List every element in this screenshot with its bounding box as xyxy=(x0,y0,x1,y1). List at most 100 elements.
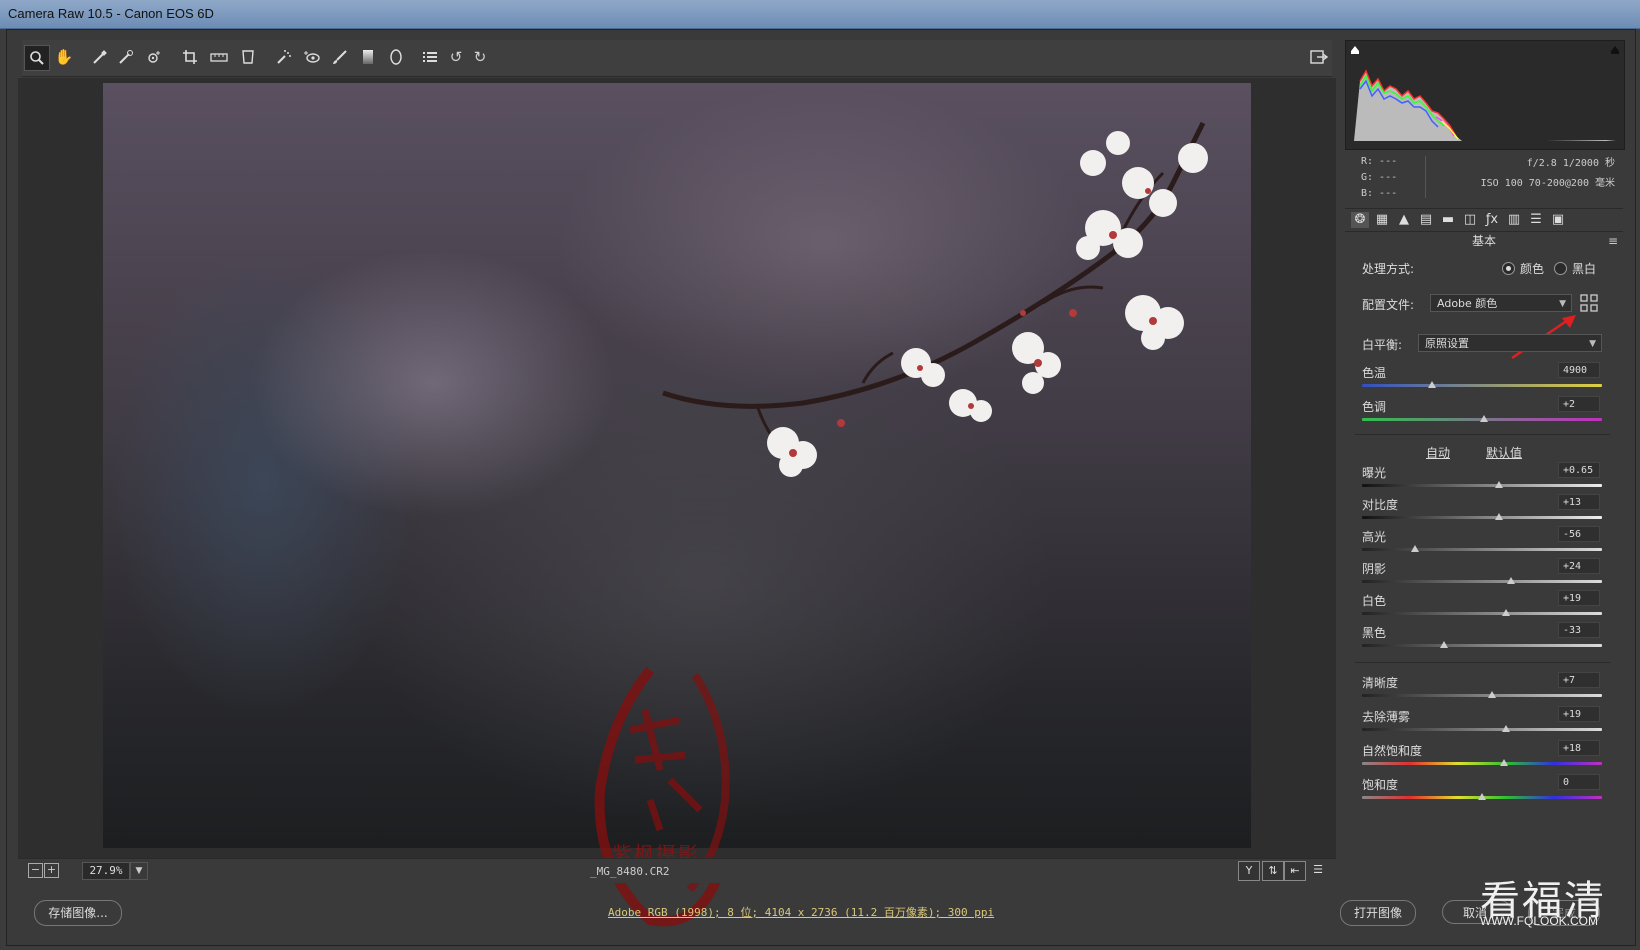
chevron-down-icon: ▼ xyxy=(1559,299,1566,309)
title-bar: Camera Raw 10.5 - Canon EOS 6D xyxy=(0,0,1640,29)
highlights-slider-track[interactable] xyxy=(1362,548,1602,551)
profile-select[interactable]: Adobe 颜色 ▼ xyxy=(1430,294,1572,312)
radial-filter-icon[interactable] xyxy=(384,45,408,69)
split-toning-tab-icon[interactable]: ▬ xyxy=(1439,212,1457,228)
blacks-slider-handle[interactable] xyxy=(1439,641,1448,648)
open-image-button[interactable]: 打开图像 xyxy=(1340,900,1416,926)
before-after-icon[interactable]: Y xyxy=(1238,861,1260,881)
shadows-label: 阴影 xyxy=(1362,562,1387,576)
save-image-button[interactable]: 存储图像... xyxy=(34,900,122,926)
rotate-ccw-icon[interactable]: ↺ xyxy=(444,45,468,69)
vibrance-slider-handle[interactable] xyxy=(1499,759,1508,766)
clarity-slider-handle[interactable] xyxy=(1487,691,1496,698)
zoom-in-button[interactable]: + xyxy=(44,863,59,878)
camera-calibration-tab-icon[interactable]: ▥ xyxy=(1505,212,1523,228)
temperature-slider-handle[interactable] xyxy=(1427,381,1436,388)
shadows-slider-track[interactable] xyxy=(1362,580,1602,583)
contrast-value[interactable]: +13 xyxy=(1558,494,1600,510)
dehaze-slider-track[interactable] xyxy=(1362,728,1602,731)
tone-curve-tab-icon[interactable]: ▦ xyxy=(1373,212,1391,228)
vibrance-label: 自然饱和度 xyxy=(1362,744,1423,758)
section-divider xyxy=(1355,434,1610,435)
transform-icon[interactable] xyxy=(236,45,260,69)
site-watermark-url: WWW.FQLOOK.COM xyxy=(1480,914,1598,928)
rotate-cw-icon[interactable]: ↻ xyxy=(468,45,492,69)
adjustment-brush-icon[interactable] xyxy=(328,45,352,69)
vibrance-value[interactable]: +18 xyxy=(1558,740,1600,756)
export-icon[interactable] xyxy=(1307,45,1331,69)
exposure-slider-handle[interactable] xyxy=(1494,481,1503,488)
vibrance-slider-track[interactable] xyxy=(1362,762,1602,765)
clarity-value[interactable]: +7 xyxy=(1558,672,1600,688)
graduated-filter-icon[interactable] xyxy=(356,45,380,69)
shadows-slider-handle[interactable] xyxy=(1506,577,1515,584)
whites-slider-handle[interactable] xyxy=(1502,609,1510,616)
whites-slider-track[interactable] xyxy=(1362,612,1602,615)
seal-watermark-image xyxy=(594,666,730,927)
temperature-slider-track[interactable] xyxy=(1362,384,1602,387)
dehaze-value[interactable]: +19 xyxy=(1558,706,1600,722)
presets-list-icon[interactable] xyxy=(418,45,442,69)
treatment-bw-radio[interactable] xyxy=(1554,262,1567,275)
hsl-tab-icon[interactable]: ▤ xyxy=(1417,212,1435,228)
zoom-out-button[interactable]: − xyxy=(28,863,43,878)
straighten-icon[interactable] xyxy=(207,45,231,69)
workflow-options-link[interactable]: Adobe RGB (1998); 8 位; 4104 x 2736 (11.2… xyxy=(608,904,994,920)
shadow-clipping-icon[interactable] xyxy=(1350,45,1360,55)
wb-select[interactable]: 原照设置 ▼ xyxy=(1418,334,1602,352)
highlights-value[interactable]: -56 xyxy=(1558,526,1600,542)
blacks-label: 黑色 xyxy=(1362,626,1387,640)
basic-tab-icon[interactable]: ❂ xyxy=(1351,212,1369,228)
toolbar: ✋ ↺ ↻ xyxy=(22,40,1332,77)
preview-preferences-icon[interactable]: ☰ xyxy=(1308,861,1328,879)
exposure-slider-track[interactable] xyxy=(1362,484,1602,487)
contrast-label: 对比度 xyxy=(1362,498,1399,512)
readout-divider xyxy=(1425,156,1426,198)
wb-label: 白平衡: xyxy=(1362,338,1403,352)
spot-removal-icon[interactable] xyxy=(272,45,296,69)
blacks-value[interactable]: -33 xyxy=(1558,622,1600,638)
clarity-slider-track[interactable] xyxy=(1362,694,1602,697)
saturation-slider-handle[interactable] xyxy=(1478,793,1486,800)
red-eye-icon[interactable] xyxy=(300,45,324,69)
profile-browser-icon[interactable] xyxy=(1580,294,1598,312)
contrast-slider-handle[interactable] xyxy=(1494,513,1503,520)
contrast-slider-track[interactable] xyxy=(1362,516,1602,519)
zoom-dropdown-icon[interactable]: ▼ xyxy=(130,862,148,880)
shadows-value[interactable]: +24 xyxy=(1558,558,1600,574)
copy-settings-icon[interactable]: ⇤ xyxy=(1284,861,1306,881)
highlight-clipping-icon[interactable] xyxy=(1610,45,1620,55)
crop-icon[interactable] xyxy=(178,45,202,69)
exposure-value[interactable]: +0.65 xyxy=(1558,462,1600,478)
white-balance-icon[interactable] xyxy=(88,45,112,69)
blacks-slider-track[interactable] xyxy=(1362,644,1602,647)
detail-tab-icon[interactable]: ▲ xyxy=(1395,212,1413,228)
target-adjust-icon[interactable] xyxy=(142,45,166,69)
saturation-value[interactable]: 0 xyxy=(1558,774,1600,790)
default-button[interactable]: 默认值 xyxy=(1486,444,1522,461)
preview-footer: − + 27.9% ▼ _MG_8480.CR2 Y ⇅ ⇤ ☰ xyxy=(18,858,1336,883)
zoom-level[interactable]: 27.9% xyxy=(82,862,130,880)
zoom-icon[interactable] xyxy=(24,45,50,71)
presets-tab-icon[interactable]: ☰ xyxy=(1527,212,1545,228)
tint-value[interactable]: +2 xyxy=(1558,396,1600,412)
color-sampler-icon[interactable] xyxy=(114,45,138,69)
snapshots-tab-icon[interactable]: ▣ xyxy=(1549,212,1567,228)
info-readout: R: --- G: --- B: --- f/2.8 1/2000 秒 ISO … xyxy=(1345,150,1623,204)
effects-tab-icon[interactable]: ƒx xyxy=(1483,212,1501,228)
temperature-value[interactable]: 4900 xyxy=(1558,362,1600,378)
tint-label: 色调 xyxy=(1362,400,1387,414)
green-readout: G: --- xyxy=(1361,172,1398,183)
auto-button[interactable]: 自动 xyxy=(1426,444,1450,461)
lens-corrections-tab-icon[interactable]: ◫ xyxy=(1461,212,1479,228)
histogram-graph xyxy=(1354,69,1616,141)
swap-settings-icon[interactable]: ⇅ xyxy=(1262,861,1284,881)
tint-slider-handle[interactable] xyxy=(1480,415,1489,422)
dehaze-slider-handle[interactable] xyxy=(1502,725,1510,732)
hand-icon[interactable]: ✋ xyxy=(52,45,76,69)
highlights-slider-handle[interactable] xyxy=(1410,545,1419,552)
panel-menu-icon[interactable]: ≡ xyxy=(1608,234,1618,248)
treatment-color-radio[interactable] xyxy=(1502,262,1515,275)
whites-value[interactable]: +19 xyxy=(1558,590,1600,606)
dehaze-label: 去除薄雾 xyxy=(1362,710,1411,724)
